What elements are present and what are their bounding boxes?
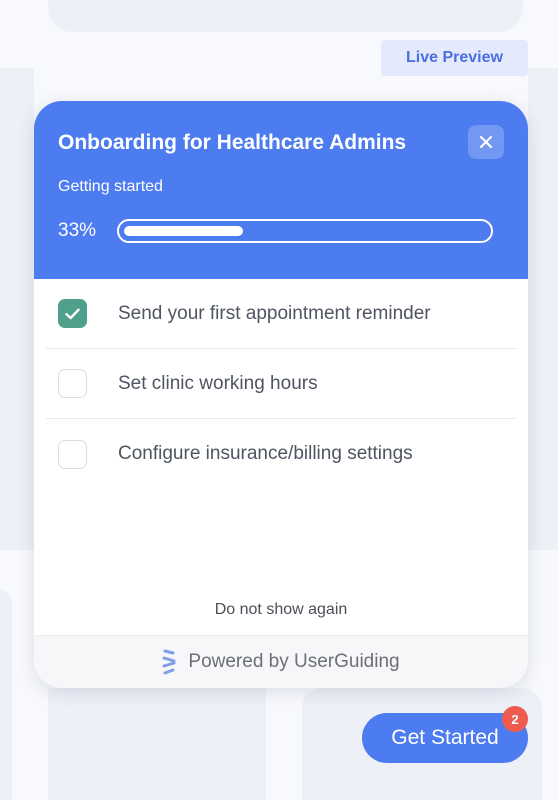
live-preview-button[interactable]: Live Preview	[381, 40, 528, 76]
close-icon	[479, 135, 493, 149]
task-checkbox[interactable]	[58, 299, 87, 328]
task-label: Configure insurance/billing settings	[118, 443, 413, 464]
userguiding-logo-icon	[162, 649, 176, 675]
background-panel	[48, 0, 523, 32]
do-not-show-again-link[interactable]: Do not show again	[34, 601, 528, 619]
powered-by-footer[interactable]: Powered by UserGuiding	[34, 635, 528, 688]
task-item[interactable]: Send your first appointment reminder	[46, 279, 516, 349]
progress-percentage: 33%	[58, 220, 97, 241]
checklist-header: Onboarding for Healthcare Admins Getting…	[34, 101, 528, 279]
notification-badge: 2	[502, 706, 528, 732]
live-preview-label: Live Preview	[406, 49, 503, 66]
task-item[interactable]: Configure insurance/billing settings	[46, 419, 516, 489]
close-button[interactable]	[468, 125, 504, 159]
onboarding-checklist-panel: Onboarding for Healthcare Admins Getting…	[34, 101, 528, 688]
progress-bar	[117, 219, 493, 243]
task-item[interactable]: Set clinic working hours	[46, 349, 516, 419]
task-label: Set clinic working hours	[118, 372, 318, 394]
checklist-subtitle: Getting started	[58, 178, 163, 195]
check-icon	[65, 308, 80, 319]
background-panel	[0, 68, 34, 550]
background-panel	[0, 588, 12, 800]
task-label: Send your first appointment reminder	[118, 302, 431, 324]
progress-bar-fill	[124, 226, 243, 236]
task-checkbox[interactable]	[58, 369, 87, 398]
progress-row: 33%	[58, 219, 504, 243]
powered-by-text: Powered by UserGuiding	[188, 651, 400, 672]
task-checkbox[interactable]	[58, 439, 87, 469]
background-panel	[528, 68, 558, 550]
task-list: Send your first appointment reminder Set…	[34, 279, 528, 489]
page-background: Live Preview Onboarding for Healthcare A…	[0, 0, 558, 800]
background-panel	[48, 688, 266, 800]
get-started-label: Get Started	[391, 726, 499, 749]
checklist-title: Onboarding for Healthcare Admins	[58, 131, 407, 154]
